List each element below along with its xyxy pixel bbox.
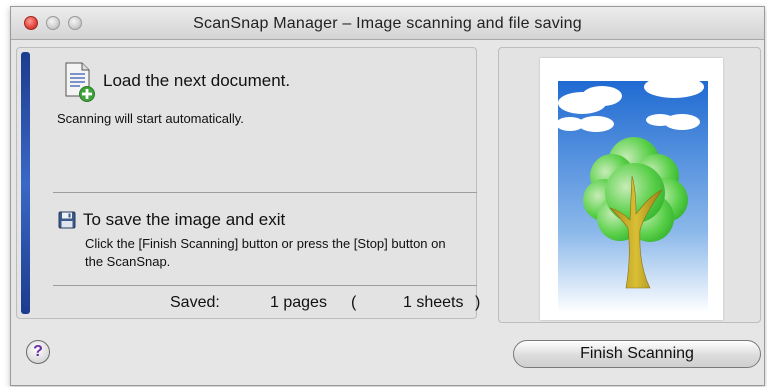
paren-open: ( (351, 294, 357, 311)
saved-pages-count: 1 pages (270, 294, 327, 311)
finish-scanning-button[interactable]: Finish Scanning (513, 340, 761, 368)
progress-strip (21, 52, 30, 314)
floppy-disk-icon (58, 211, 76, 234)
paren-close: ) (475, 294, 481, 311)
save-title: To save the image and exit (83, 210, 286, 229)
window-title: ScanSnap Manager – Image scanning and fi… (193, 15, 582, 32)
saved-label: Saved: (170, 294, 220, 311)
help-icon: ? (33, 343, 43, 360)
prompt-title: Load the next document. (103, 71, 291, 90)
help-button[interactable]: ? (26, 340, 50, 364)
saved-sheets-count: 1 sheets (403, 294, 464, 311)
scan-preview-image (540, 58, 723, 320)
document-add-icon (52, 59, 100, 108)
prompt-subtitle: Scanning will start automatically. (57, 111, 244, 126)
title-bar: ScanSnap Manager – Image scanning and fi… (11, 7, 764, 40)
save-description: Click the [Finish Scanning] button or pr… (85, 236, 446, 269)
divider-top (53, 192, 477, 193)
divider-bottom (53, 285, 477, 286)
